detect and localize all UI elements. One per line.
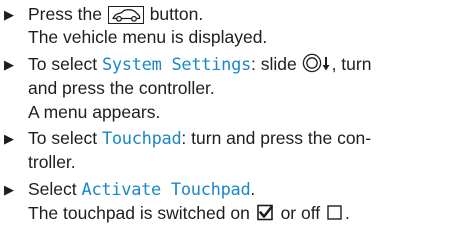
bullet-icon: ▶ [4,56,14,72]
step-3: ▶ To select Touchpad: turn and press the… [4,127,454,175]
step-3-pre-text: To select [28,128,98,149]
step-3-instruction: To select Touchpad: turn and press the c… [28,127,454,151]
menu-item-system-settings: System Settings [101,54,251,75]
step-3-continuation: troller. [28,152,76,173]
step-1-pre-text: Press the [28,4,102,24]
step-3-post-text: : turn and press the con- [181,128,372,149]
step-2-post2-text: , turn [331,53,372,74]
menu-item-activate-touchpad: Activate Touchpad [81,179,251,200]
checkbox-unchecked-icon [327,204,343,221]
step-2-instruction: To select System Settings: slide , turn [28,53,454,77]
step-2-post-text: : slide [250,53,297,74]
bullet-icon: ▶ [4,131,14,147]
step-4-instruction: Select Activate Touchpad. [28,178,454,202]
step-2-result: A menu appears. [28,101,161,122]
step-4-post-text: . [250,178,256,199]
step-4-result-pre: The touchpad is switched on [28,203,250,224]
step-4-result-post: . [345,203,350,224]
step-4: ▶ Select Activate Touchpad. The touchpad… [4,178,454,226]
step-2-pre-text: To select [28,53,98,74]
vehicle-button-icon [107,6,144,24]
bullet-icon: ▶ [4,181,14,197]
step-1-instruction: Press the button. [28,3,454,26]
step-1-result: The vehicle menu is displayed. [28,27,268,48]
step-4-pre-text: Select [28,178,77,199]
step-4-result-mid: or off [280,203,321,224]
bullet-icon: ▶ [4,7,14,22]
step-2: ▶ To select System Settings: slide , tur… [4,53,454,124]
step-1: ▶ Press the button. The vehicle menu is … [4,3,454,50]
instruction-page: ▶ Press the button. The vehicle menu is … [0,0,454,247]
controller-slide-down-icon [302,53,332,73]
step-4-result: The touchpad is switched on or off . [28,202,454,225]
step-1-post-text: button. [149,4,204,24]
checkbox-checked-icon [256,204,274,221]
step-2-continuation: and press the controller. [28,78,215,99]
menu-item-touchpad: Touchpad [101,129,182,150]
